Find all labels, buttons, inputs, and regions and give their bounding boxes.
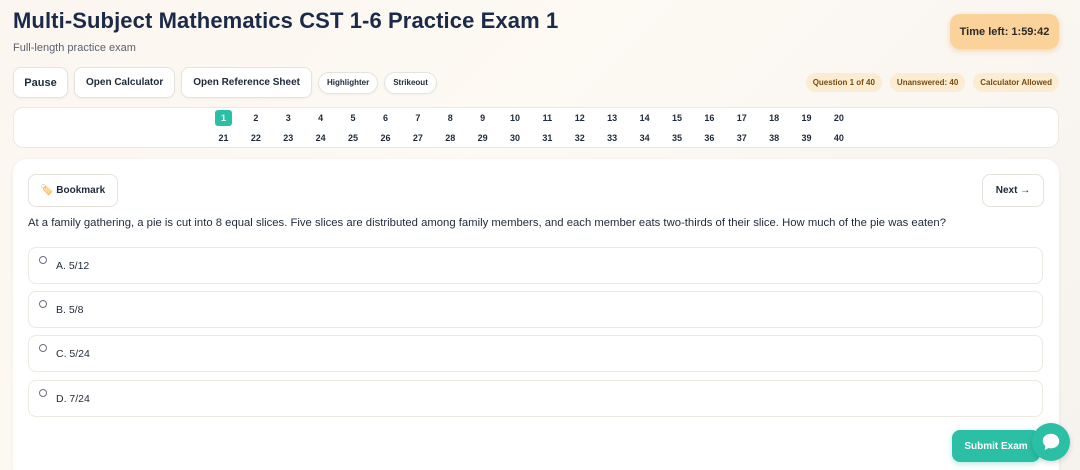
page-subtitle: Full-length practice exam [13, 42, 136, 54]
answer-option-label: D. 7/24 [56, 393, 90, 405]
bookmark-button[interactable]: 🏷️ Bookmark [28, 174, 118, 207]
calculator-allowed-badge: Calculator Allowed [973, 73, 1059, 92]
question-nav-button[interactable]: 26 [377, 130, 394, 146]
question-nav-button[interactable]: 3 [280, 110, 297, 126]
question-nav-button[interactable]: 10 [507, 110, 524, 126]
question-nav-button[interactable]: 18 [766, 110, 783, 126]
question-nav-button[interactable]: 15 [668, 110, 685, 126]
question-count-badge: Question 1 of 40 [805, 73, 882, 92]
bookmark-icon: 🏷️ [40, 185, 54, 196]
question-nav-button[interactable]: 2 [247, 110, 264, 126]
question-nav-button[interactable]: 1 [215, 110, 232, 126]
question-nav-button[interactable]: 17 [733, 110, 750, 126]
answer-option-label: B. 5/8 [56, 304, 84, 316]
question-nav-button[interactable]: 33 [604, 130, 621, 146]
question-nav-button[interactable]: 35 [668, 130, 685, 146]
question-nav-button[interactable]: 40 [830, 130, 847, 146]
question-nav-button[interactable]: 9 [474, 110, 491, 126]
question-nav-button[interactable]: 12 [571, 110, 588, 126]
question-nav-button[interactable]: 21 [215, 130, 232, 146]
open-reference-sheet-button[interactable]: Open Reference Sheet [181, 67, 312, 98]
question-nav-button[interactable]: 25 [345, 130, 362, 146]
question-nav-button[interactable]: 14 [636, 110, 653, 126]
question-nav-button[interactable]: 6 [377, 110, 394, 126]
question-nav-button[interactable]: 30 [507, 130, 524, 146]
question-nav-button[interactable]: 37 [733, 130, 750, 146]
question-nav-button[interactable]: 19 [798, 110, 815, 126]
answer-option-label: A. 5/12 [56, 260, 90, 272]
chat-button[interactable] [1032, 423, 1070, 461]
radio-icon[interactable] [39, 344, 47, 352]
question-navigator: 1 2 3 4 5 6 7 8 9 10 11 12 13 14 15 16 17 18 19 20 21 22 23 24 2… [13, 107, 1059, 148]
page-title: Multi-Subject Mathematics CST 1-6 Practi… [13, 8, 559, 33]
question-nav-button[interactable]: 31 [539, 130, 556, 146]
question-grid: 1 2 3 4 5 6 7 8 9 10 11 12 13 14 15 16 17 18 19 20 21 22 23 24 2… [215, 110, 847, 146]
time-left-timer: Time left: 1:59:42 [950, 14, 1059, 49]
question-nav-button[interactable]: 13 [604, 110, 621, 126]
question-nav-button[interactable]: 36 [701, 130, 718, 146]
question-nav-button[interactable]: 22 [247, 130, 264, 146]
question-nav-button[interactable]: 38 [766, 130, 783, 146]
answer-option-b[interactable]: B. 5/8 [28, 291, 1043, 328]
question-nav-button[interactable]: 28 [442, 130, 459, 146]
radio-icon[interactable] [39, 389, 47, 397]
question-nav-button[interactable]: 34 [636, 130, 653, 146]
question-nav-button[interactable]: 8 [442, 110, 459, 126]
answer-option-c[interactable]: C. 5/24 [28, 335, 1043, 372]
question-nav-button[interactable]: 20 [830, 110, 847, 126]
question-nav-button[interactable]: 24 [312, 130, 329, 146]
highlighter-button[interactable]: Highlighter [317, 71, 379, 94]
pause-button[interactable]: Pause [13, 67, 68, 98]
question-nav-button[interactable]: 32 [571, 130, 588, 146]
radio-icon[interactable] [39, 300, 47, 308]
answer-option-a[interactable]: A. 5/12 [28, 247, 1043, 284]
question-nav-button[interactable]: 5 [345, 110, 362, 126]
next-button[interactable]: Next → [982, 174, 1044, 207]
submit-exam-button[interactable]: Submit Exam [952, 430, 1040, 462]
unanswered-badge: Unanswered: 40 [889, 73, 966, 92]
question-nav-button[interactable]: 29 [474, 130, 491, 146]
question-nav-button[interactable]: 23 [280, 130, 297, 146]
question-nav-button[interactable]: 7 [409, 110, 426, 126]
radio-icon[interactable] [39, 256, 47, 264]
open-calculator-button[interactable]: Open Calculator [74, 67, 176, 98]
status-badges: Question 1 of 40 Unanswered: 40 Calculat… [805, 73, 1059, 92]
question-card: 🏷️ Bookmark Next → At a family gathering… [13, 159, 1059, 470]
bookmark-label: Bookmark [56, 185, 106, 196]
answer-option-d[interactable]: D. 7/24 [28, 380, 1043, 417]
chat-bubble-icon [1042, 433, 1060, 451]
question-text: At a family gathering, a pie is cut into… [28, 217, 946, 229]
question-nav-button[interactable]: 11 [539, 110, 556, 126]
strikeout-button[interactable]: Strikeout [384, 71, 437, 94]
question-nav-button[interactable]: 16 [701, 110, 718, 126]
question-nav-button[interactable]: 27 [409, 130, 426, 146]
question-nav-button[interactable]: 39 [798, 130, 815, 146]
question-nav-button[interactable]: 4 [312, 110, 329, 126]
page-header: Multi-Subject Mathematics CST 1-6 Practi… [13, 8, 558, 54]
toolbar: Pause Open Calculator Open Reference She… [13, 67, 437, 98]
answer-option-label: C. 5/24 [56, 348, 90, 360]
